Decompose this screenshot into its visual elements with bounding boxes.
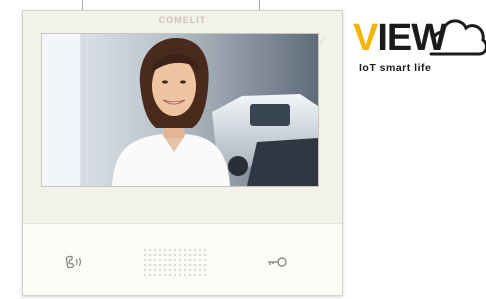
speaker-grille — [144, 249, 206, 276]
screen-edge-marker: ⁄⁄ — [321, 36, 325, 47]
key-icon — [268, 257, 287, 267]
monitor-screen — [41, 33, 319, 187]
handset-icon — [65, 255, 82, 269]
device-brand: COMELIT — [158, 15, 207, 25]
video-door-monitor: COMELIT ⁄⁄ — [22, 10, 343, 296]
view-iot-logo: VIEW IoT smart life — [353, 14, 486, 84]
logo-wordmark: VIEW — [353, 17, 447, 59]
door-open-button[interactable] — [264, 254, 290, 270]
logo-letters-iew: IEW — [377, 17, 447, 59]
logo-letter-v: V — [353, 17, 378, 59]
logo-tagline: IoT smart life — [359, 62, 432, 74]
screen-image — [42, 34, 318, 186]
talk-button[interactable] — [62, 254, 88, 270]
